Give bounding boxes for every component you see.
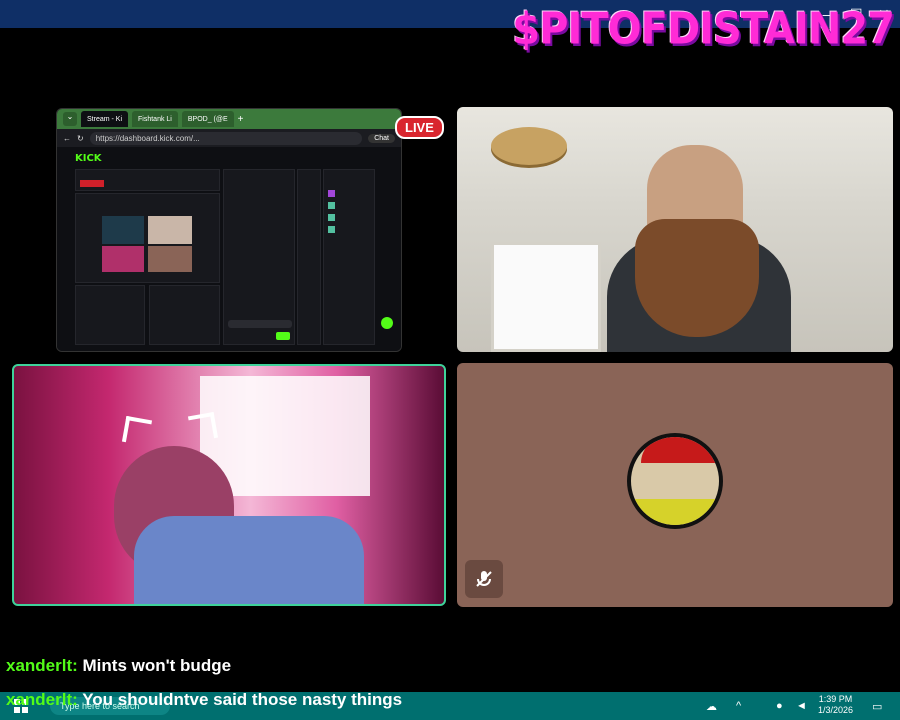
mod-actions-panel [149, 285, 220, 345]
kick-logo: KICK [75, 153, 102, 164]
live-badge: LIVE [395, 116, 444, 139]
cat-ear-headphones [187, 411, 219, 443]
chat-message: You shouldntve said those nasty things [77, 690, 403, 709]
avatar-ring [631, 499, 719, 525]
door [491, 242, 601, 352]
chat-username: xanderlt: [6, 656, 78, 675]
chat-button[interactable]: Chat [368, 133, 395, 143]
reward-icon [328, 190, 335, 197]
reload-icon[interactable]: ↻ [77, 134, 84, 143]
session-info-panel [75, 169, 220, 191]
reward-queue-panel [323, 169, 375, 345]
preview-avatar [148, 246, 192, 272]
chat-panel [223, 169, 295, 345]
blanket [134, 516, 364, 604]
preview-cam [148, 216, 192, 244]
clock-time: 1:39 PM [818, 694, 853, 704]
webcam-tile-host [457, 107, 893, 352]
help-icon[interactable] [381, 317, 393, 329]
chevron-up-icon[interactable]: ^ [736, 700, 741, 712]
channel-name-overlay: $PITOFDISTAIN27 [512, 4, 895, 55]
activity-feed-panel [75, 285, 145, 345]
send-chat-button[interactable] [276, 332, 290, 340]
browser-address-bar: ← ↻ https://dashboard.kick.com/... Chat [57, 129, 401, 147]
taskbar-clock[interactable]: 1:39 PM 1/3/2026 [818, 694, 853, 716]
mic-muted-icon[interactable] [465, 560, 503, 598]
avatar-tile [457, 363, 893, 607]
browser-tab[interactable]: Fishtank Li [132, 111, 178, 127]
kick-dashboard: KICK [57, 147, 401, 351]
weather-icon[interactable]: ☁ [706, 700, 717, 713]
end-stream-button[interactable] [80, 180, 104, 187]
avatar [627, 433, 723, 529]
beard [635, 219, 759, 337]
chat-subtitle: xanderlt: You shouldntve said those nast… [6, 690, 402, 710]
clock-date: 1/3/2026 [818, 705, 854, 715]
new-tab-icon[interactable]: + [238, 114, 244, 125]
preview-cam [102, 246, 144, 272]
stream-info-panel [297, 169, 321, 345]
stream-preview-panel [75, 193, 220, 283]
browser-tab[interactable]: BPOD_ (@E [181, 111, 234, 127]
reward-icon [328, 226, 335, 233]
chevron-down-icon[interactable]: ⌄ [63, 112, 77, 126]
webcam-tile-guest [12, 364, 446, 606]
url-field[interactable]: https://dashboard.kick.com/... [89, 131, 363, 145]
ceiling-light [491, 127, 567, 165]
back-icon[interactable]: ← [63, 134, 71, 143]
chat-username: xanderlt: [6, 690, 78, 709]
santa-hat [641, 437, 717, 463]
microphone-icon[interactable]: ● [776, 700, 783, 712]
stream-screen: — ☐ ✕ $PITOFDISTAIN27 ⌄ Stream - Ki Fish… [0, 0, 900, 720]
chat-message: Mints won't budge [77, 656, 232, 675]
chat-subtitle: xanderlt: Mints won't budge [6, 656, 231, 676]
browser-tab-bar: ⌄ Stream - Ki Fishtank Li BPOD_ (@E + [57, 109, 401, 129]
chat-input[interactable] [228, 320, 292, 328]
screen-share-tile: ⌄ Stream - Ki Fishtank Li BPOD_ (@E + ← … [56, 108, 402, 352]
reward-icon [328, 214, 335, 221]
speaker-icon[interactable]: ◄ [796, 700, 807, 712]
browser-tab[interactable]: Stream - Ki [81, 111, 129, 127]
preview-screen [102, 216, 144, 244]
reward-icon [328, 202, 335, 209]
notification-icon[interactable]: ▭ [872, 700, 882, 713]
cat-ear-headphones [121, 415, 153, 447]
